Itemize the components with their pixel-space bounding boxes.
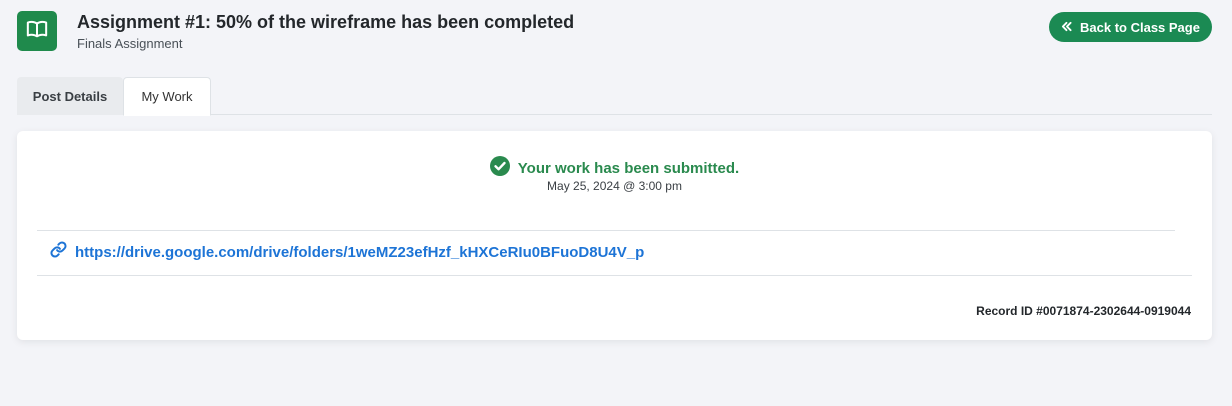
tab-post-details[interactable]: Post Details xyxy=(17,77,123,115)
tab-my-work[interactable]: My Work xyxy=(123,77,211,116)
tab-bar: Post Details My Work xyxy=(17,77,1212,116)
page-header: Assignment #1: 50% of the wireframe has … xyxy=(17,11,1212,53)
double-chevron-left-icon xyxy=(1061,20,1072,35)
check-circle-icon xyxy=(489,156,510,181)
back-to-class-button[interactable]: Back to Class Page xyxy=(1049,12,1212,42)
page-title: Assignment #1: 50% of the wireframe has … xyxy=(77,12,575,32)
submission-status: Your work has been submitted. xyxy=(17,156,1212,181)
divider xyxy=(37,230,1175,231)
page-subtitle: Finals Assignment xyxy=(77,36,183,51)
back-button-label: Back to Class Page xyxy=(1080,19,1200,35)
open-book-icon xyxy=(26,18,48,45)
record-id: Record ID #0071874-2302644-0919044 xyxy=(976,304,1191,318)
assignment-logo xyxy=(17,11,57,51)
submission-date: May 25, 2024 @ 3:00 pm xyxy=(547,179,682,193)
submission-card: Your work has been submitted. May 25, 20… xyxy=(17,131,1212,340)
submission-link-row: https://drive.google.com/drive/folders/1… xyxy=(50,241,644,263)
status-text: Your work has been submitted. xyxy=(517,160,740,177)
link-icon xyxy=(50,241,67,263)
submission-link[interactable]: https://drive.google.com/drive/folders/1… xyxy=(75,244,644,261)
divider xyxy=(37,275,1192,276)
